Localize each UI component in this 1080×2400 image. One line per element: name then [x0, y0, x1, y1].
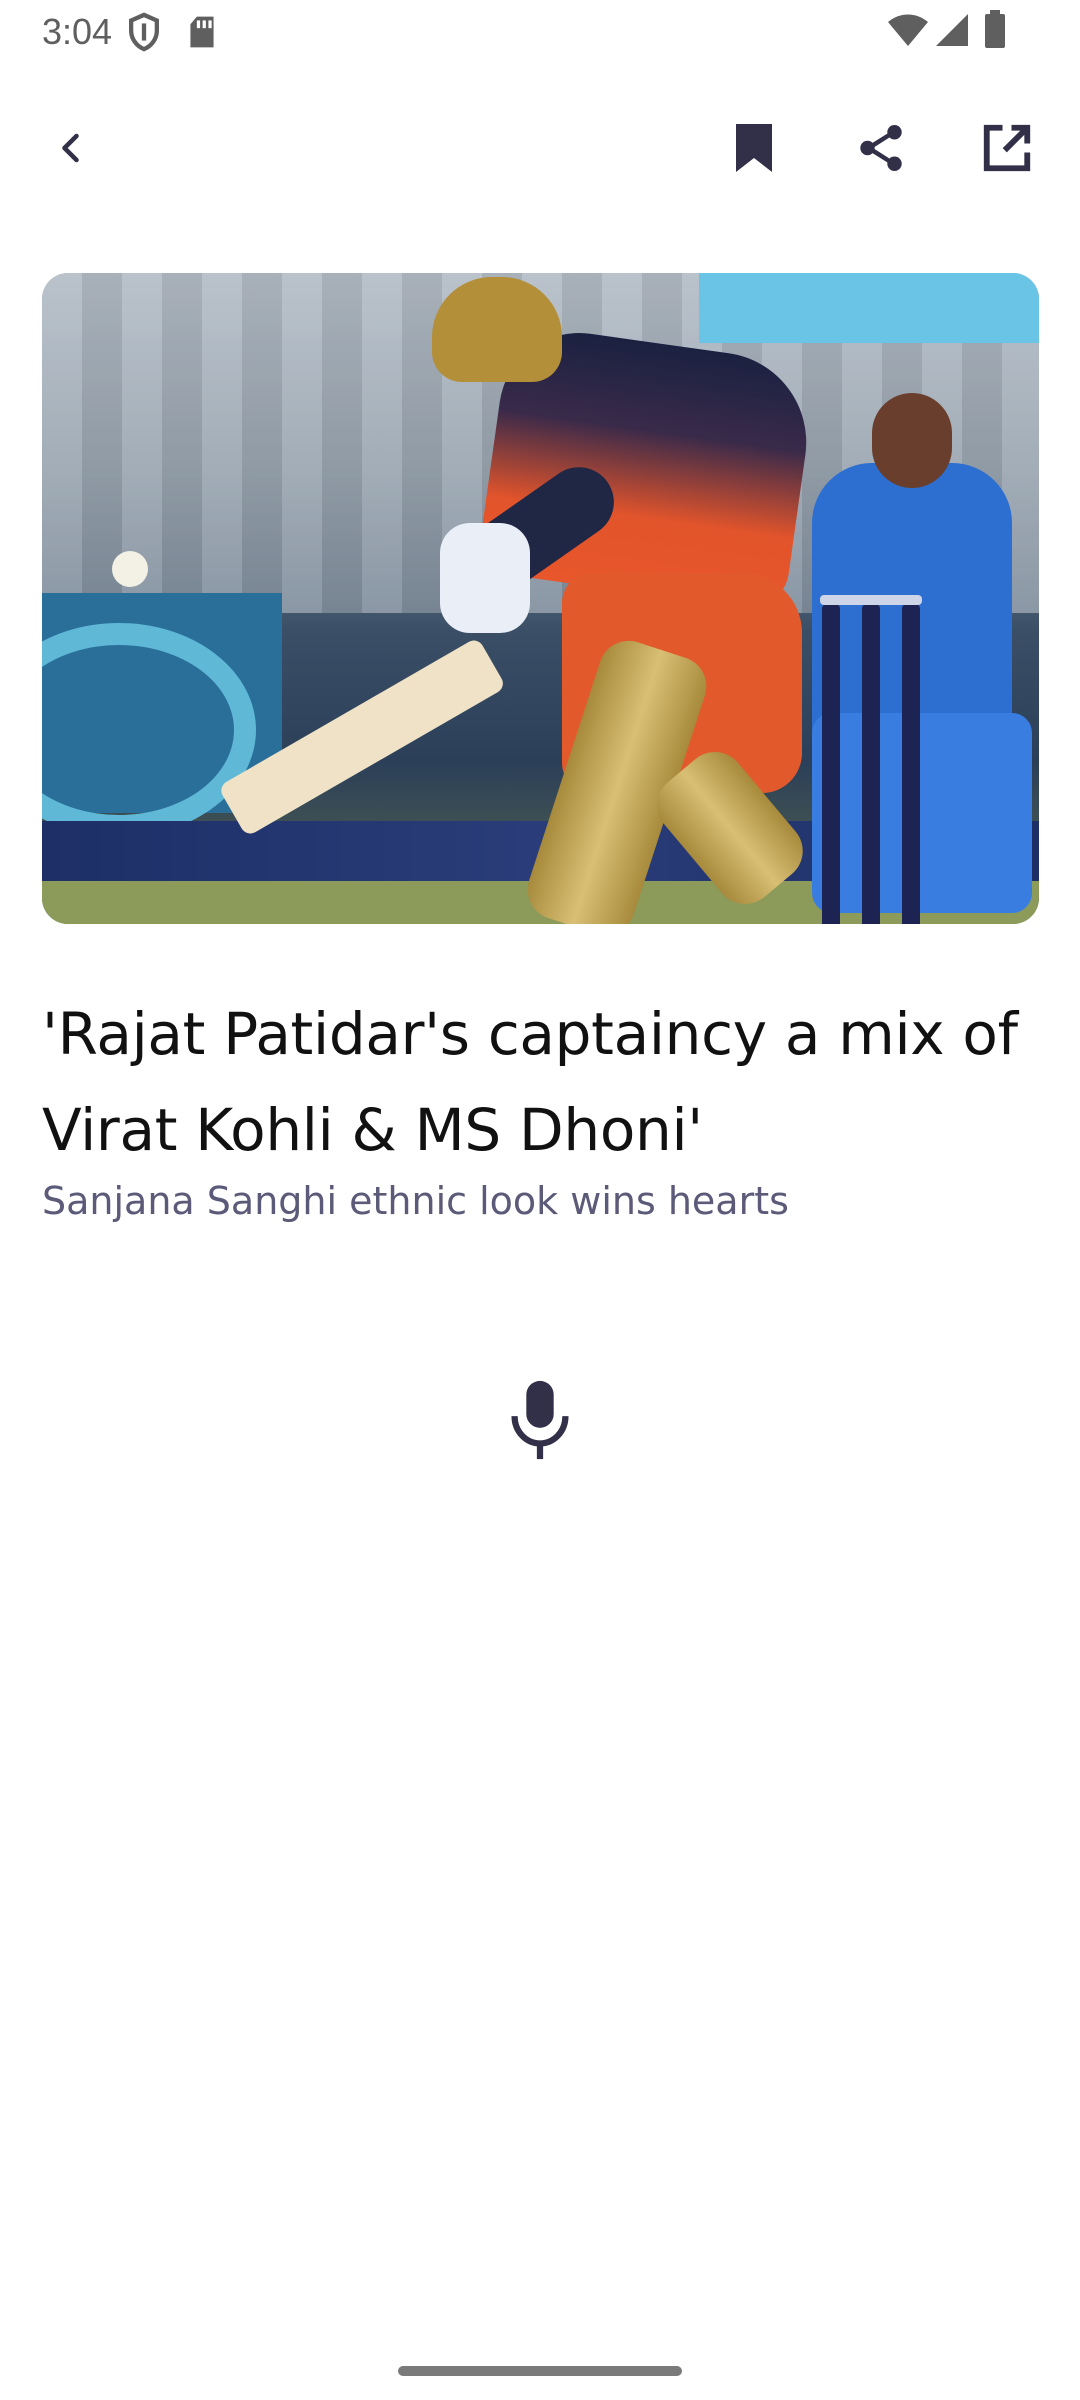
sd-card-icon: [190, 16, 214, 48]
batter-helmet: [432, 277, 562, 382]
battery-icon: [985, 10, 1005, 48]
signal-icon: [936, 14, 968, 46]
article-hero-image[interactable]: [42, 273, 1039, 924]
open-in-browser-button[interactable]: [971, 112, 1043, 184]
microphone-icon: [511, 1380, 569, 1460]
back-icon: [62, 133, 79, 163]
article-subtitle[interactable]: Sanjana Sanghi ethnic look wins hearts: [42, 1172, 1042, 1230]
article-headline[interactable]: 'Rajat Patidar's captaincy a mix of Vira…: [42, 986, 1042, 1178]
bookmark-button[interactable]: [718, 112, 790, 184]
share-icon: [860, 125, 902, 171]
cricket-ball: [112, 551, 148, 587]
voice-input-button[interactable]: [496, 1370, 584, 1470]
share-button[interactable]: [845, 112, 917, 184]
status-time: 3:04: [42, 11, 113, 52]
shield-icon: [129, 12, 159, 52]
bookmark-icon: [736, 124, 772, 172]
wifi-icon: [888, 14, 928, 46]
open-external-icon: [983, 124, 1031, 172]
status-bar: 3:04: [0, 0, 1080, 64]
back-button[interactable]: [36, 112, 108, 184]
gesture-navigation-bar[interactable]: [398, 2366, 682, 2376]
